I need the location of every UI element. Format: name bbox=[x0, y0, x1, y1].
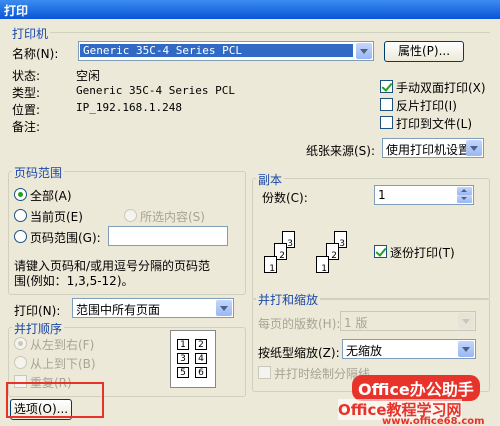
print-what-select[interactable]: 范围中所有页面 bbox=[72, 298, 234, 318]
range-all-radio[interactable] bbox=[14, 188, 27, 201]
range-selection-label: 所选内容(S) bbox=[140, 210, 205, 224]
pages-per-sheet-select[interactable]: 1 版 bbox=[340, 311, 476, 331]
page-icon: 1 bbox=[316, 256, 329, 274]
chevron-down-icon[interactable] bbox=[216, 300, 232, 316]
watermark-url: www.office68.com bbox=[382, 416, 485, 426]
print-what-label: 打印(N): bbox=[14, 304, 61, 318]
printer-name-label: 名称(N): bbox=[12, 47, 59, 61]
order-cell: 1 bbox=[177, 339, 189, 350]
draw-borders-checkbox[interactable] bbox=[258, 366, 271, 379]
status-label: 状态: bbox=[12, 69, 41, 83]
location-label: 位置: bbox=[12, 103, 41, 117]
scale-value: 无缩放 bbox=[346, 344, 383, 358]
chevron-down-icon[interactable] bbox=[356, 43, 372, 59]
page-icon: 1 bbox=[264, 256, 277, 274]
order-cell: 6 bbox=[195, 367, 207, 378]
chevron-down-icon[interactable] bbox=[466, 140, 482, 156]
mirror-print-label[interactable]: 反片打印(I) bbox=[396, 97, 457, 114]
print-to-file-label[interactable]: 打印到文件(L) bbox=[396, 115, 472, 132]
copies-count-label: 份数(C): bbox=[262, 191, 308, 205]
pages-per-sheet-value: 1 版 bbox=[344, 316, 368, 330]
window-title: 打印 bbox=[4, 4, 29, 18]
order-top-bottom-label: 从上到下(B) bbox=[30, 357, 96, 371]
order-left-right-radio[interactable] bbox=[14, 337, 27, 350]
status-value: 空闲 bbox=[76, 69, 101, 83]
scale-select[interactable]: 无缩放 bbox=[342, 339, 476, 359]
order-cell: 4 bbox=[195, 353, 207, 364]
range-hint-line2: 围(例如：1,3,5-12)。 bbox=[14, 274, 134, 288]
print-dialog: 打印机 名称(N): Generic 35C-4 Series PCL 属性(P… bbox=[0, 19, 500, 426]
order-cell: 3 bbox=[177, 353, 189, 364]
spin-up-icon[interactable] bbox=[457, 187, 472, 195]
page-range-title: 页码范围 bbox=[12, 164, 65, 181]
order-cell: 2 bbox=[195, 339, 207, 350]
zoom-title: 并打和缩放 bbox=[256, 291, 321, 308]
pages-per-sheet-label: 每页的版数(H): bbox=[258, 317, 341, 331]
copies-count-value: 1 bbox=[378, 188, 386, 202]
order-top-bottom-radio[interactable] bbox=[14, 356, 27, 369]
page-range-input[interactable] bbox=[108, 226, 228, 246]
printer-section-title: 打印机 bbox=[10, 25, 51, 42]
scale-label: 按纸型缩放(Z): bbox=[258, 346, 340, 360]
spin-down-icon[interactable] bbox=[457, 195, 472, 203]
watermark-line1: Office办公助手 bbox=[352, 375, 480, 401]
collate-stack-1: 3 2 1 bbox=[262, 231, 302, 287]
range-pages-radio[interactable] bbox=[14, 230, 27, 243]
range-selection-radio[interactable] bbox=[124, 209, 137, 222]
order-cell: 5 bbox=[177, 367, 189, 378]
copies-title: 副本 bbox=[256, 171, 285, 188]
print-to-file-checkbox[interactable] bbox=[380, 116, 393, 129]
manual-duplex-checkbox[interactable] bbox=[380, 80, 393, 93]
comment-label: 备注: bbox=[12, 120, 41, 134]
copies-spinner[interactable] bbox=[457, 187, 472, 203]
title-bar: 打印 bbox=[0, 0, 500, 19]
range-current-radio[interactable] bbox=[14, 209, 27, 222]
collate-stack-2: 3 2 1 bbox=[314, 231, 354, 287]
collate-checkbox[interactable] bbox=[374, 245, 387, 258]
collate-label[interactable]: 逐份打印(T) bbox=[390, 244, 455, 261]
manual-duplex-label[interactable]: 手动双面打印(X) bbox=[396, 79, 486, 96]
chevron-down-icon[interactable] bbox=[458, 341, 474, 357]
range-all-label[interactable]: 全部(A) bbox=[30, 187, 72, 204]
range-pages-label[interactable]: 页码范围(G): bbox=[30, 229, 101, 246]
type-value: Generic 35C-4 Series PCL bbox=[76, 84, 235, 97]
print-order-title: 并打顺序 bbox=[12, 320, 65, 337]
paper-source-label: 纸张来源(S): bbox=[306, 144, 376, 158]
properties-button[interactable]: 属性(P)... bbox=[384, 41, 464, 62]
paper-source-value: 使用打印机设置 bbox=[386, 143, 471, 157]
order-left-right-label: 从左到右(F) bbox=[30, 338, 95, 352]
type-label: 类型: bbox=[12, 86, 41, 100]
print-order-preview: 1 2 3 4 5 6 bbox=[170, 330, 216, 388]
copies-count-input[interactable]: 1 bbox=[374, 185, 474, 205]
printer-name-select[interactable]: Generic 35C-4 Series PCL bbox=[78, 41, 374, 61]
chevron-down-icon[interactable] bbox=[458, 313, 474, 329]
highlight-box bbox=[6, 382, 104, 418]
print-what-value: 范围中所有页面 bbox=[76, 303, 161, 317]
paper-source-select[interactable]: 使用打印机设置 bbox=[382, 138, 484, 158]
range-current-label[interactable]: 当前页(E) bbox=[30, 208, 83, 225]
printer-section-divider bbox=[50, 32, 490, 33]
printer-name-value: Generic 35C-4 Series PCL bbox=[80, 44, 353, 57]
location-value: IP_192.168.1.248 bbox=[76, 101, 182, 114]
mirror-print-checkbox[interactable] bbox=[380, 98, 393, 111]
